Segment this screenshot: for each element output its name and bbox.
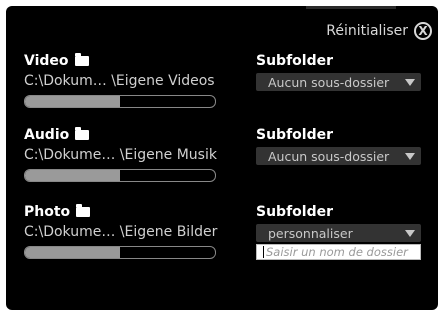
- custom-subfolder-input[interactable]: Saisir un nom de dossier: [256, 244, 421, 260]
- audio-subfolder-value: Aucun sous-dossier: [268, 148, 390, 164]
- audio-path: C:\Dokume… \Eigene Musik: [24, 147, 217, 163]
- photo-subfolder: Subfolder personnaliser Saisir un nom de…: [256, 204, 421, 260]
- video-progress-bar: [24, 95, 216, 108]
- photo-progress-fill: [25, 247, 120, 258]
- audio-row: Audio C:\Dokume… \Eigene Musik Subfolder…: [6, 127, 438, 197]
- audio-progress-bar: [24, 169, 216, 182]
- photo-progress-bar: [24, 246, 216, 259]
- audio-subfolder-label: Subfolder: [256, 127, 333, 143]
- folder-icon[interactable]: [74, 53, 89, 66]
- audio-label: Audio: [24, 127, 70, 143]
- audio-progress-fill: [25, 170, 120, 181]
- video-label: Video: [24, 53, 69, 69]
- reset-label[interactable]: Réinitialiser: [326, 23, 408, 39]
- video-subfolder-dropdown[interactable]: Aucun sous-dossier: [256, 73, 421, 91]
- folder-icon[interactable]: [76, 204, 91, 217]
- video-label-wrap: Video: [24, 53, 216, 69]
- audio-subfolder: Subfolder Aucun sous-dossier: [256, 127, 421, 165]
- custom-subfolder-placeholder: Saisir un nom de dossier: [266, 245, 408, 259]
- media-folder-settings-panel: Réinitialiser X Video C:\Dokum… \Eigene …: [6, 6, 438, 310]
- audio-subfolder-dropdown[interactable]: Aucun sous-dossier: [256, 147, 421, 165]
- close-icon[interactable]: X: [414, 22, 432, 40]
- photo-subfolder-value: personnaliser: [268, 225, 353, 241]
- photo-subfolder-dropdown[interactable]: personnaliser: [256, 224, 421, 242]
- video-path: C:\Dokum… \Eigene Videos: [24, 73, 215, 89]
- photo-subfolder-label: Subfolder: [256, 204, 333, 220]
- text-cursor: [263, 246, 264, 258]
- photo-row: Photo C:\Dokume… \Eigene Bilder Subfolde…: [6, 204, 438, 274]
- audio-label-wrap: Audio: [24, 127, 217, 143]
- chevron-down-icon[interactable]: [405, 152, 415, 160]
- folder-icon[interactable]: [75, 127, 90, 140]
- photo-path: C:\Dokume… \Eigene Bilder: [24, 224, 218, 240]
- video-row: Video C:\Dokum… \Eigene Videos Subfolder…: [6, 53, 438, 123]
- video-progress-fill: [25, 96, 120, 107]
- photo-label: Photo: [24, 204, 71, 220]
- reset-control[interactable]: Réinitialiser X: [326, 22, 432, 40]
- chevron-down-icon[interactable]: [405, 229, 415, 237]
- audio-location: Audio C:\Dokume… \Eigene Musik: [24, 127, 217, 182]
- photo-label-wrap: Photo: [24, 204, 217, 220]
- video-location: Video C:\Dokum… \Eigene Videos: [24, 53, 216, 108]
- video-subfolder: Subfolder Aucun sous-dossier: [256, 53, 421, 91]
- top-strip: [306, 6, 396, 9]
- photo-location: Photo C:\Dokume… \Eigene Bilder: [24, 204, 217, 259]
- chevron-down-icon[interactable]: [405, 78, 415, 86]
- video-subfolder-value: Aucun sous-dossier: [268, 74, 390, 90]
- video-subfolder-label: Subfolder: [256, 53, 333, 69]
